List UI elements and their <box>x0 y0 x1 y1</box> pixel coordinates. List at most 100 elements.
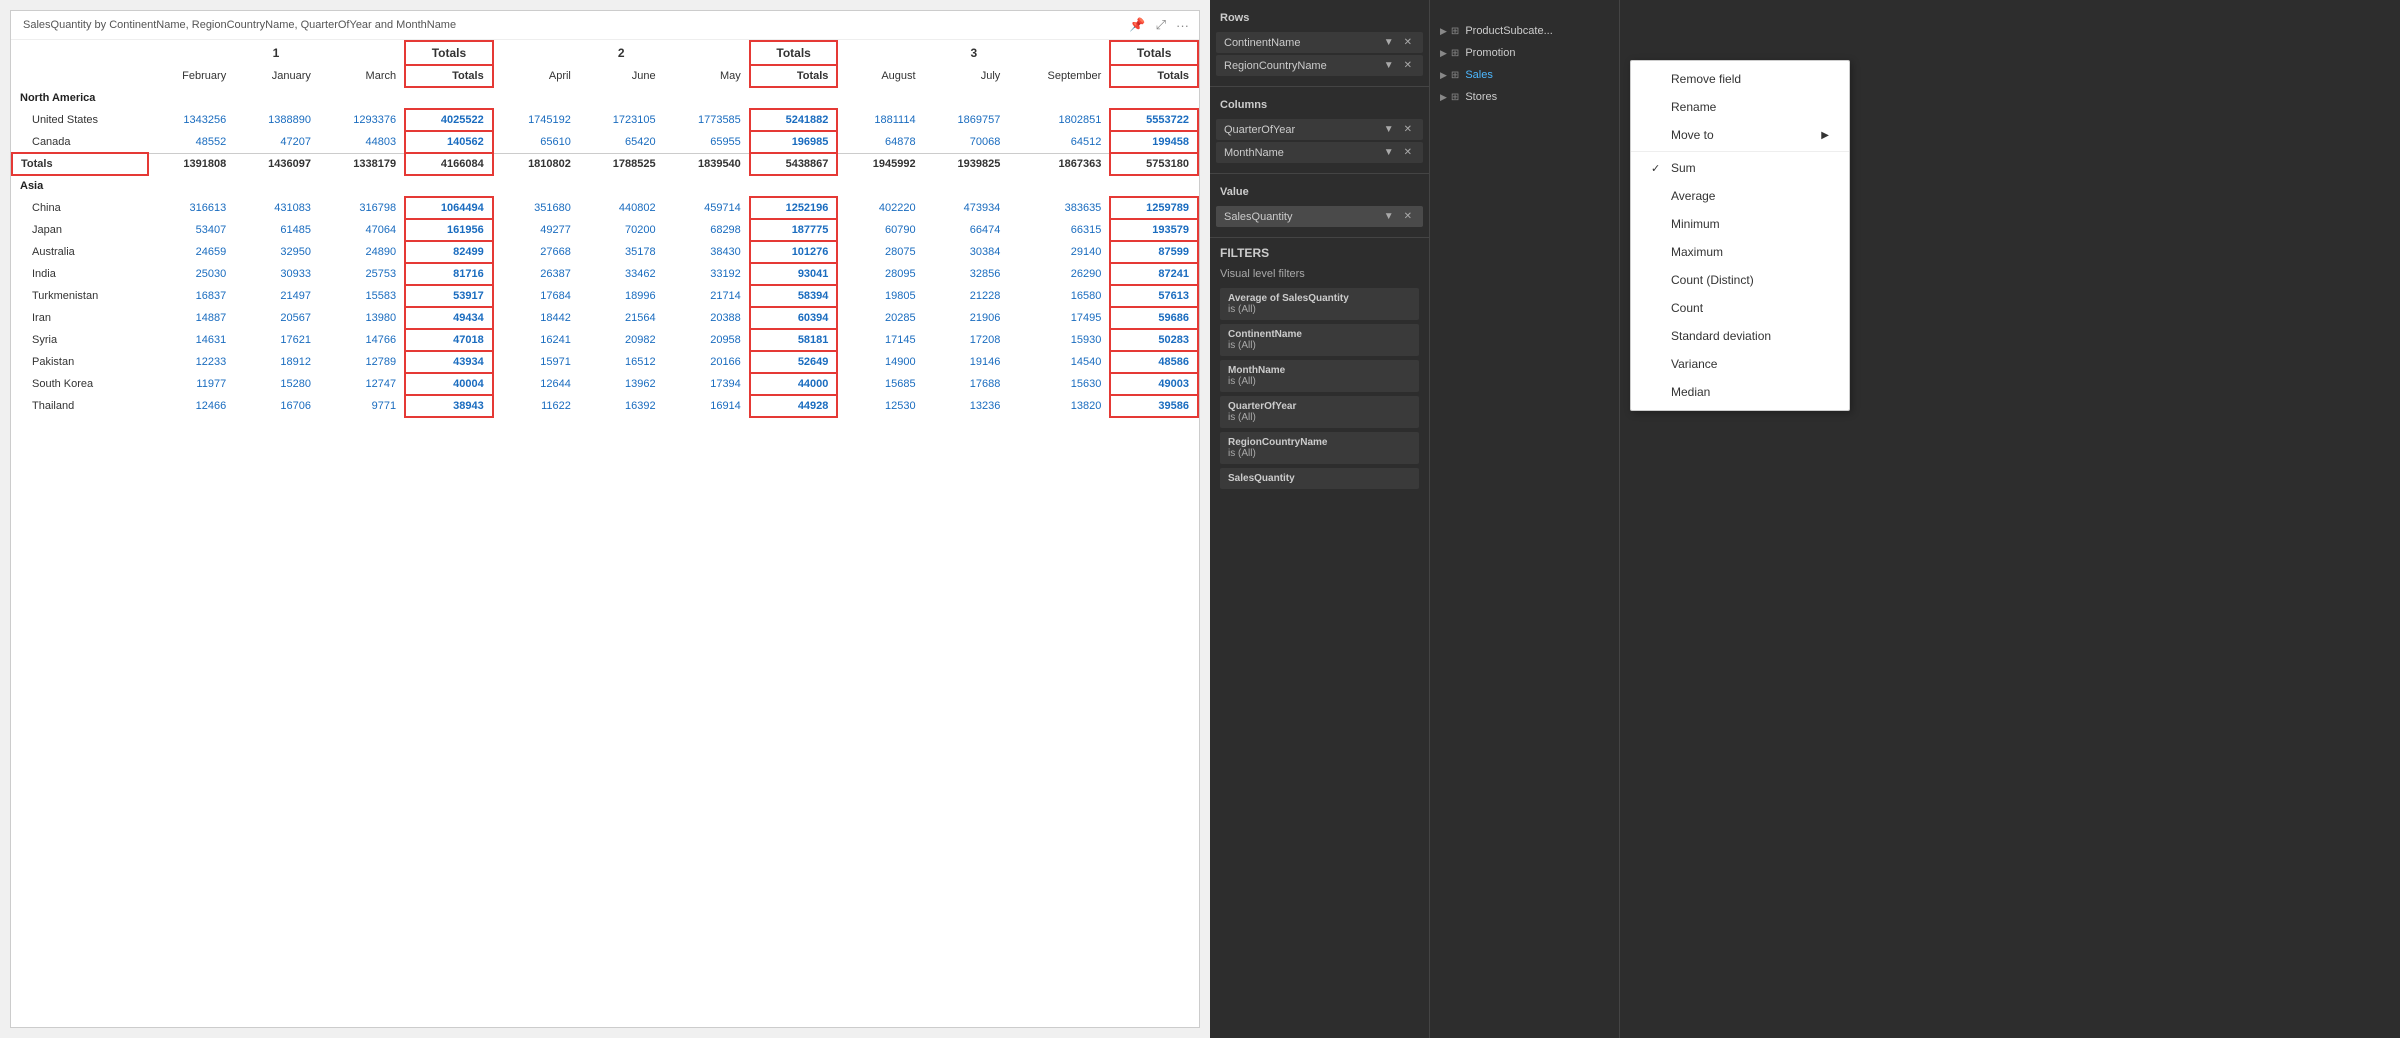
region-actions: ▼ ✕ <box>1381 59 1415 72</box>
minimum-label: Minimum <box>1671 217 1720 231</box>
na-totals-row: Totals 1391808 1436097 1338179 4166084 1… <box>12 153 1198 175</box>
continent-down-btn[interactable]: ▼ <box>1381 36 1397 49</box>
q2-totals-col-header: Totals <box>750 65 838 87</box>
turkmenistan-label: Turkmenistan <box>12 285 148 307</box>
us-may: 1773585 <box>664 109 750 131</box>
variance-item[interactable]: Variance <box>1631 350 1849 378</box>
divider-1 <box>1631 151 1849 152</box>
continent-name-label: ContinentName <box>1224 37 1381 49</box>
ca-aug: 64878 <box>837 131 923 153</box>
quarter-down-btn[interactable]: ▼ <box>1381 123 1397 136</box>
april-header: April <box>493 65 579 87</box>
monthname-actions: ▼ ✕ <box>1381 146 1415 159</box>
salesquantity-filter[interactable]: SalesQuantity <box>1220 468 1419 489</box>
sales-field-item[interactable]: ▶ ⊞ Sales <box>1430 64 1619 86</box>
na-totals-label: Totals <box>12 153 148 175</box>
average-label: Average <box>1671 189 1715 203</box>
na-tot-jun: 1788525 <box>579 153 664 175</box>
count-label: Count <box>1671 301 1703 315</box>
continent-x-btn[interactable]: ✕ <box>1401 36 1415 49</box>
sum-check: ✓ <box>1651 162 1663 175</box>
sales-field-label: Sales <box>1465 69 1493 81</box>
pin-button[interactable]: 📌 <box>1127 15 1147 35</box>
july-header: July <box>924 65 1009 87</box>
rename-item[interactable]: Rename <box>1631 93 1849 121</box>
median-item[interactable]: Median <box>1631 378 1849 406</box>
asia-label: Asia <box>12 175 1198 197</box>
quarter-field[interactable]: QuarterOfYear ▼ ✕ <box>1216 119 1423 140</box>
continent-filter[interactable]: ContinentName is (All) <box>1220 324 1419 356</box>
count-item[interactable]: Count <box>1631 294 1849 322</box>
region-down-btn[interactable]: ▼ <box>1381 59 1397 72</box>
count-distinct-item[interactable]: Count (Distinct) <box>1631 266 1849 294</box>
matrix-title: SalesQuantity by ContinentName, RegionCo… <box>11 11 1199 40</box>
remove-field-label: Remove field <box>1671 72 1741 86</box>
right-panel: Rows ContinentName ▼ ✕ RegionCountryName… <box>1210 0 2400 1038</box>
regioncountry-filter[interactable]: RegionCountryName is (All) <box>1220 432 1419 464</box>
ca-q1t: 140562 <box>405 131 493 153</box>
us-mar: 1293376 <box>319 109 405 131</box>
na-q2t: 5438867 <box>750 153 838 175</box>
salesquantity-down-btn[interactable]: ▼ <box>1381 210 1397 223</box>
salesquantity-x-btn[interactable]: ✕ <box>1401 210 1415 223</box>
empty-month-header <box>12 65 148 87</box>
region-country-field[interactable]: RegionCountryName ▼ ✕ <box>1216 55 1423 76</box>
us-aug: 1881114 <box>837 109 923 131</box>
ca-q3t: 199458 <box>1110 131 1198 153</box>
std-dev-item[interactable]: Standard deviation <box>1631 322 1849 350</box>
stores-table-icon: ⊞ <box>1451 92 1459 103</box>
avg-salesquantity-filter[interactable]: Average of SalesQuantity is (All) <box>1220 288 1419 320</box>
ca-feb: 48552 <box>148 131 234 153</box>
quarter-actions: ▼ ✕ <box>1381 123 1415 136</box>
ca-mar: 44803 <box>319 131 405 153</box>
monthname-field[interactable]: MonthName ▼ ✕ <box>1216 142 1423 163</box>
more-button[interactable]: ··· <box>1174 15 1191 35</box>
productsubcategory-field-item[interactable]: ▶ ⊞ ProductSubcate... <box>1430 20 1619 42</box>
na-tot-mar: 1338179 <box>319 153 405 175</box>
q1-totals-col-header: Totals <box>405 65 493 87</box>
monthname-x-btn[interactable]: ✕ <box>1401 146 1415 159</box>
quarter-1-header: 1 <box>148 41 405 65</box>
quarter-x-btn[interactable]: ✕ <box>1401 123 1415 136</box>
promotion-field-item[interactable]: ▶ ⊞ Promotion <box>1430 42 1619 64</box>
region-country-label: RegionCountryName <box>1224 60 1381 72</box>
quarter-1-totals-header: Totals <box>405 41 493 65</box>
september-header: September <box>1008 65 1110 87</box>
matrix-container[interactable]: 1 Totals 2 Totals 3 Totals February Janu… <box>11 40 1199 1026</box>
monthname-filter[interactable]: MonthName is (All) <box>1220 360 1419 392</box>
na-tot-apr: 1810802 <box>493 153 579 175</box>
iran-label: Iran <box>12 307 148 329</box>
australia-row: Australia 24659 32950 24890 82499 27668 … <box>12 241 1198 263</box>
monthname-down-btn[interactable]: ▼ <box>1381 146 1397 159</box>
may-header: May <box>664 65 750 87</box>
rename-label: Rename <box>1671 100 1716 114</box>
remove-field-item[interactable]: Remove field <box>1631 65 1849 93</box>
august-header: August <box>837 65 923 87</box>
maximum-item[interactable]: Maximum <box>1631 238 1849 266</box>
stores-field-item[interactable]: ▶ ⊞ Stores <box>1430 86 1619 108</box>
sum-item[interactable]: ✓ Sum <box>1631 154 1849 182</box>
china-row: China 316613 431083 316798 1064494 35168… <box>12 197 1198 219</box>
na-tot-jul: 1939825 <box>924 153 1009 175</box>
count-distinct-label: Count (Distinct) <box>1671 273 1754 287</box>
japan-row: Japan 53407 61485 47064 161956 49277 702… <box>12 219 1198 241</box>
asia-region-row: Asia <box>12 175 1198 197</box>
ca-sep: 64512 <box>1008 131 1110 153</box>
toolbar: 📌 ⤢ ··· <box>1127 15 1191 35</box>
salesquantity-actions: ▼ ✕ <box>1381 210 1415 223</box>
quarter-filter[interactable]: QuarterOfYear is (All) <box>1220 396 1419 428</box>
expand-button[interactable]: ⤢ <box>1154 15 1168 35</box>
quarter-3-totals-header: Totals <box>1110 41 1198 65</box>
average-item[interactable]: Average <box>1631 182 1849 210</box>
rows-title: Rows <box>1210 8 1429 30</box>
stores-expand-icon: ▶ <box>1440 92 1447 103</box>
context-menu: Remove field Rename Move to ▶ ✓ Sum Aver… <box>1630 60 1850 411</box>
region-x-btn[interactable]: ✕ <box>1401 59 1415 72</box>
minimum-item[interactable]: Minimum <box>1631 210 1849 238</box>
matrix-panel: SalesQuantity by ContinentName, RegionCo… <box>10 10 1200 1028</box>
move-to-item[interactable]: Move to ▶ <box>1631 121 1849 149</box>
salesquantity-field[interactable]: SalesQuantity ▼ ✕ <box>1216 206 1423 227</box>
continent-name-field[interactable]: ContinentName ▼ ✕ <box>1216 32 1423 53</box>
sum-label: Sum <box>1671 161 1696 175</box>
na-tot-may: 1839540 <box>664 153 750 175</box>
